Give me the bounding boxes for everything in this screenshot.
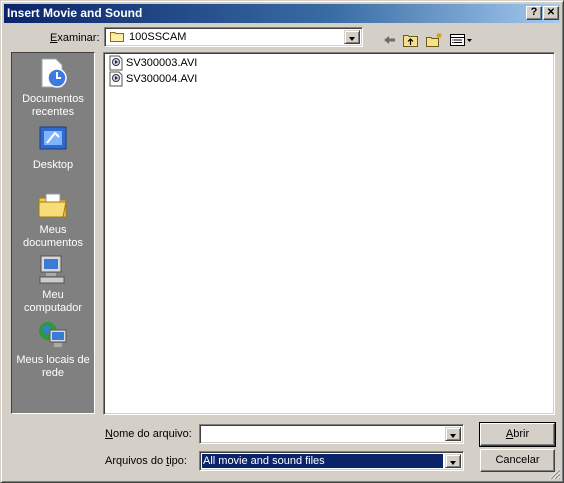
place-label: Meus documentos (23, 224, 83, 249)
video-file-icon (109, 71, 123, 87)
view-menu-icon[interactable] (448, 31, 474, 49)
filetype-label: Arquivos do tipo: (105, 455, 187, 467)
place-my-computer[interactable]: Meu computador (12, 253, 94, 315)
title-bar[interactable]: Insert Movie and Sound ? ✕ (4, 4, 560, 23)
new-folder-icon[interactable] (424, 31, 444, 49)
recent-documents-icon (41, 58, 67, 88)
network-places-icon (39, 322, 67, 347)
my-computer-icon (39, 255, 65, 284)
file-name: SV300004.AVI (126, 73, 198, 85)
resize-grip-icon[interactable] (549, 468, 561, 480)
file-list[interactable]: SV300003.AVI SV300004.AVI (103, 52, 555, 415)
place-label: Desktop (32, 159, 74, 171)
desktop-icon (39, 126, 67, 150)
folder-icon (110, 32, 124, 42)
file-name: SV300003.AVI (126, 57, 198, 69)
back-icon[interactable] (380, 31, 400, 49)
chevron-down-icon[interactable] (344, 30, 360, 44)
filetype-value: All movie and sound files (202, 454, 443, 468)
place-recent-documents[interactable]: Documentos recentes (12, 57, 94, 119)
help-button[interactable]: ? (526, 6, 542, 20)
place-label: Documentos recentes (22, 93, 84, 118)
place-label: Meu computador (23, 289, 83, 314)
filename-label: Nome do arquivo: (105, 428, 192, 440)
my-documents-icon (38, 193, 67, 218)
places-bar: Documentos recentes Desktop Meus documen… (11, 52, 95, 414)
open-button[interactable]: Abrir (479, 422, 556, 447)
filename-input[interactable] (199, 424, 464, 444)
lookin-dropdown[interactable]: 100SSCAM (104, 27, 363, 47)
chevron-down-icon[interactable] (445, 454, 461, 468)
up-folder-icon[interactable] (401, 31, 421, 49)
place-desktop[interactable]: Desktop (12, 123, 94, 172)
video-file-icon (109, 55, 123, 71)
place-my-documents[interactable]: Meus documentos (12, 188, 94, 250)
filetype-dropdown[interactable]: All movie and sound files (199, 451, 464, 471)
close-button[interactable]: ✕ (543, 6, 559, 20)
chevron-down-icon[interactable] (445, 427, 461, 441)
place-network[interactable]: Meus locais de rede (12, 318, 94, 380)
lookin-label: Examinar: (50, 32, 100, 44)
lookin-value: 100SSCAM (129, 31, 187, 43)
place-label: Meus locais de rede (16, 354, 90, 379)
window-title: Insert Movie and Sound (7, 6, 143, 20)
dialog-window: Insert Movie and Sound ? ✕ Examinar: 100… (0, 0, 564, 483)
cancel-button[interactable]: Cancelar (480, 449, 555, 472)
